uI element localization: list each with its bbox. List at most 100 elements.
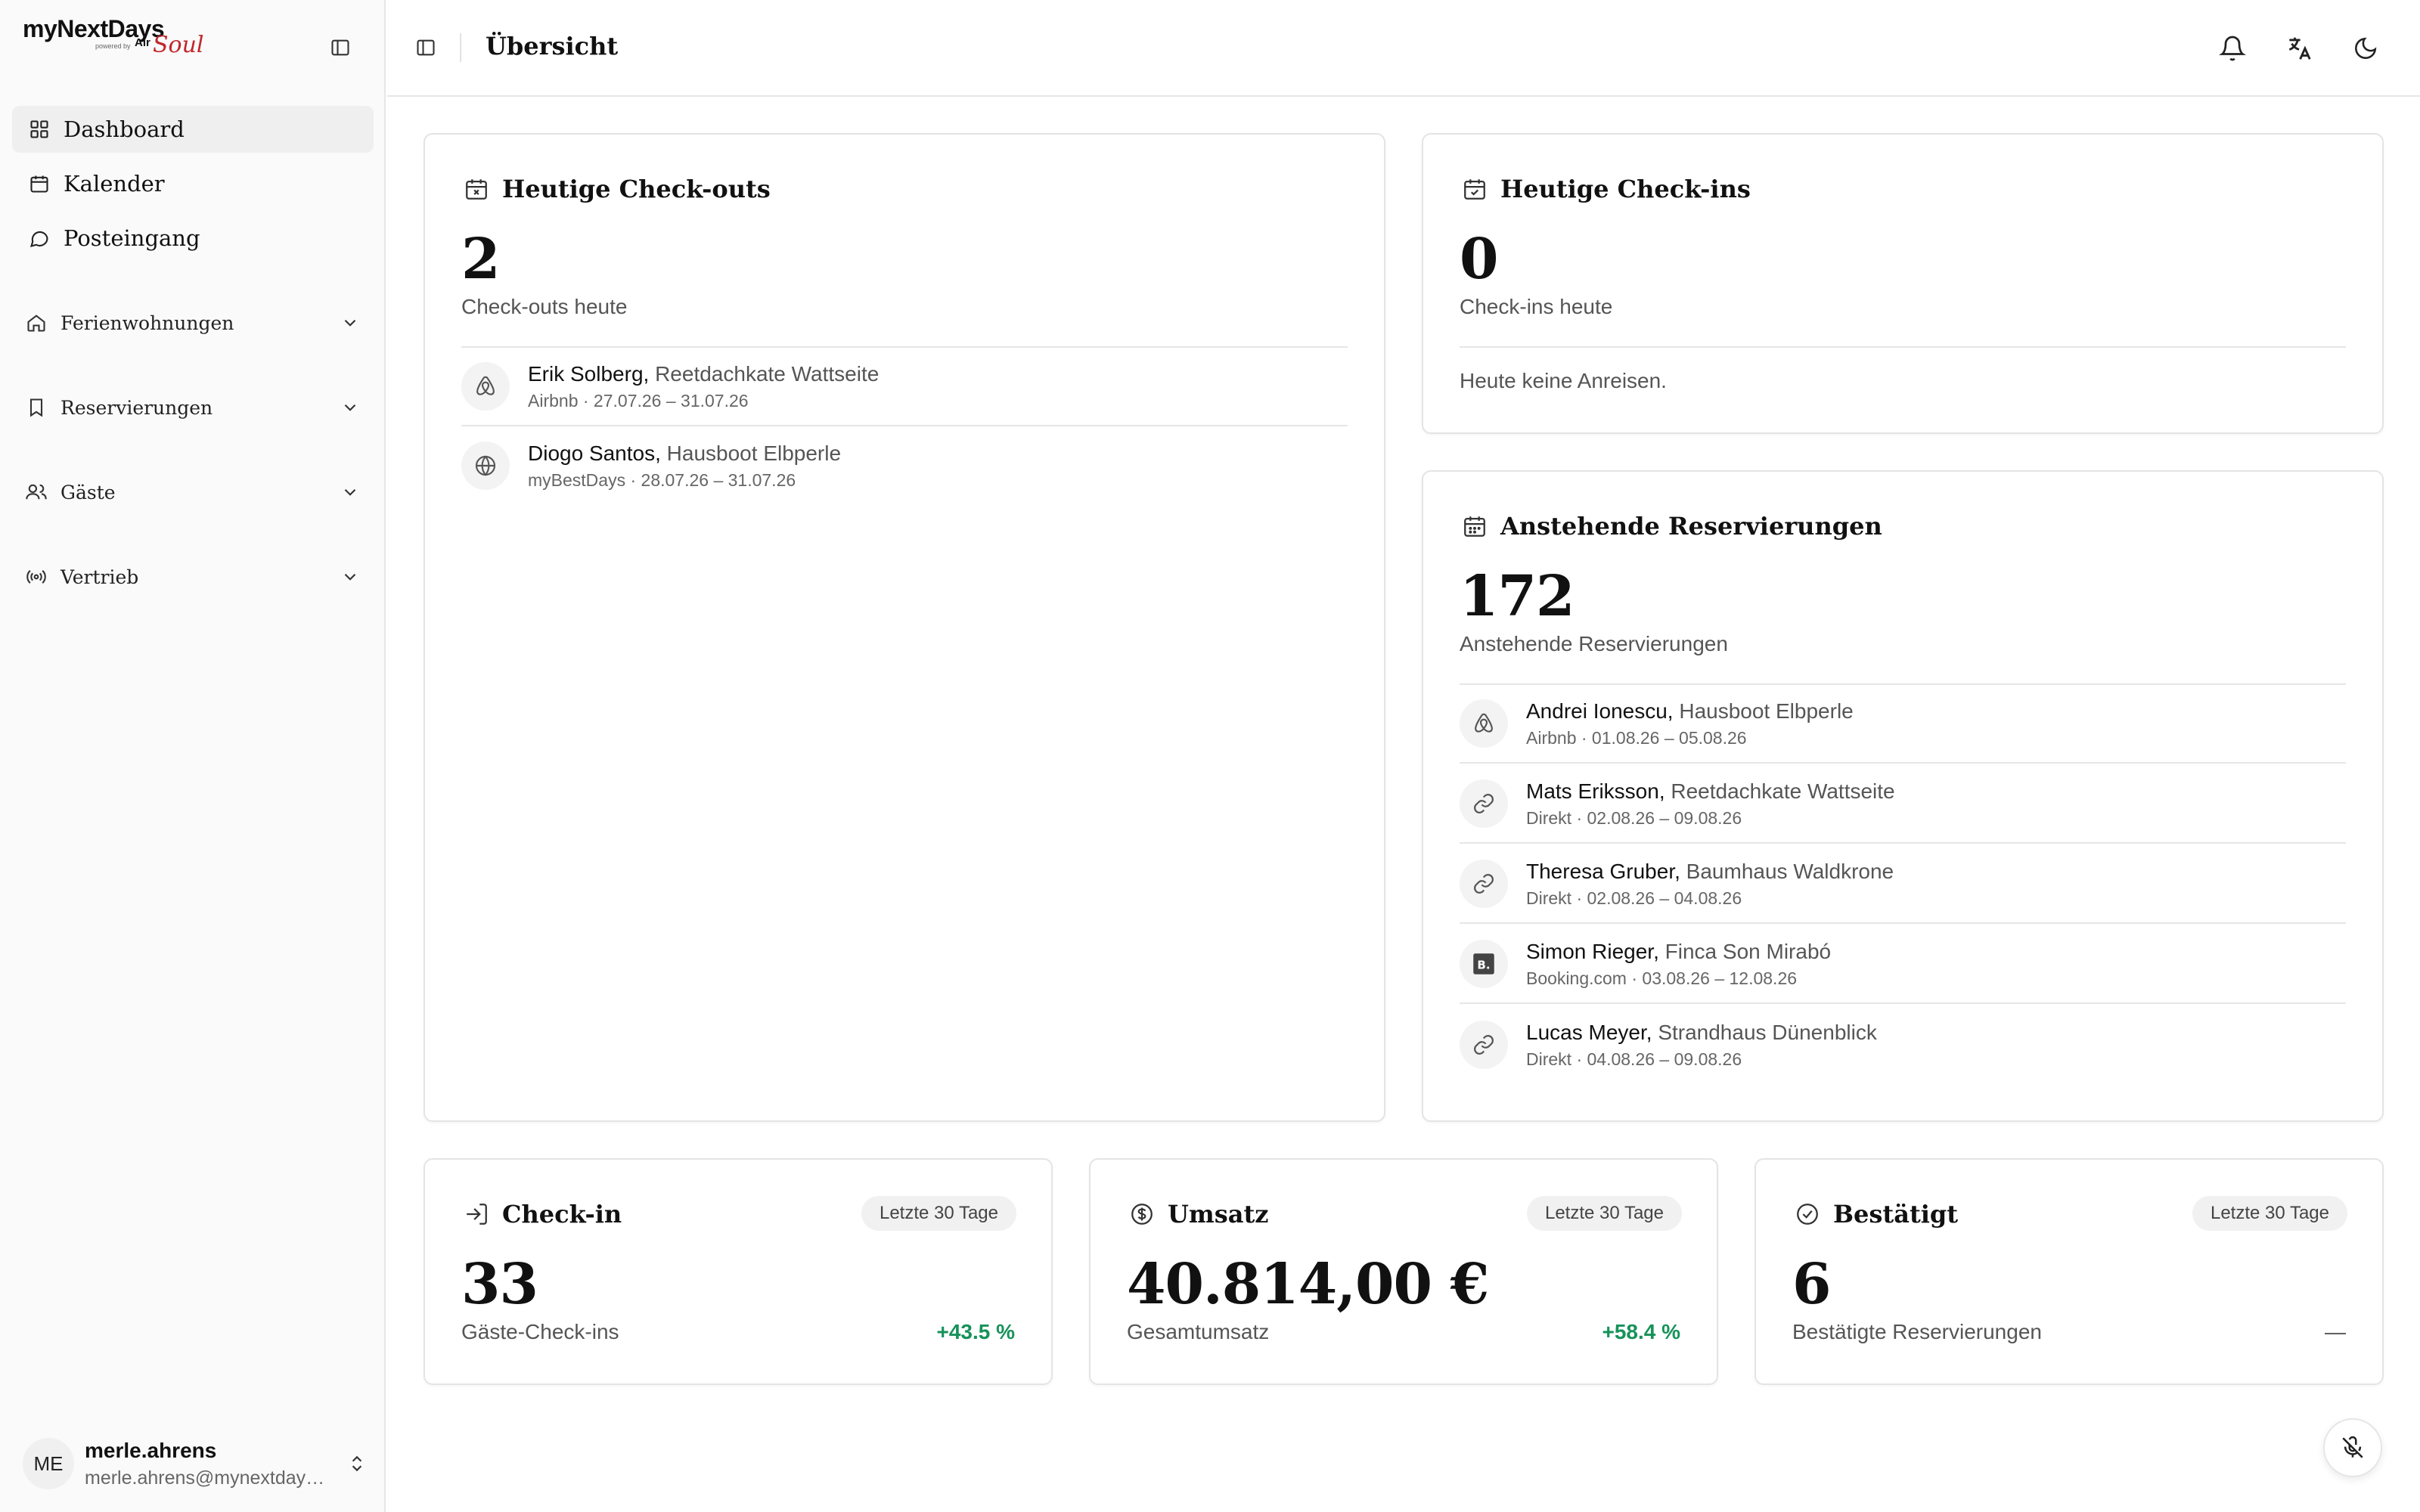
card-title: Heutige Check-ins	[1500, 175, 1751, 203]
link-icon	[1460, 860, 1508, 908]
reservation-meta: Airbnb · 01.08.26 – 05.08.26	[1526, 727, 1747, 748]
user-menu[interactable]: ME merle.ahrens merle.ahrens@mynextdays.…	[23, 1433, 371, 1494]
link-icon	[1460, 779, 1508, 828]
sidebar-item-label: Dashboard	[64, 116, 185, 142]
sidebar-group-gaeste[interactable]: Gäste	[12, 469, 374, 516]
guest-name: Diogo Santos	[528, 441, 656, 465]
booking-icon: B.	[1460, 940, 1508, 988]
brand-logo[interactable]: myNextDays powered by Air Soul	[23, 15, 204, 68]
bell-icon	[2219, 36, 2246, 61]
stat-value: 33	[461, 1252, 538, 1317]
guest-name: Erik Solberg	[528, 361, 644, 386]
reservation-meta: Direkt · 02.08.26 – 04.08.26	[1526, 888, 1742, 908]
stat-card-umsatz: Umsatz Letzte 30 Tage 40.814,00 € Gesamt…	[1089, 1158, 1718, 1385]
stat-card-bestaetigt: Bestätigt Letzte 30 Tage 6 Bestätigte Re…	[1754, 1158, 2384, 1385]
brand-logo-text: Air	[135, 36, 150, 49]
period-badge[interactable]: Letzte 30 Tage	[2192, 1196, 2347, 1231]
stat-delta: +43.5 %	[936, 1320, 1015, 1343]
upcoming-count: 172	[1460, 564, 1575, 629]
theme-toggle-button[interactable]	[2349, 32, 2382, 65]
sidebar-collapse-button[interactable]	[327, 35, 353, 60]
chevrons-up-down-icon	[343, 1450, 371, 1477]
reservation-row[interactable]: Mats Eriksson, Reetdachkate Wattseite Di…	[1460, 765, 2346, 844]
period-badge[interactable]: Letzte 30 Tage	[861, 1196, 1016, 1231]
dollar-circle-icon	[1127, 1199, 1157, 1229]
check-circle-icon	[1792, 1199, 1823, 1229]
stat-card-checkin: Check-in Letzte 30 Tage 33 Gäste-Check-i…	[424, 1158, 1053, 1385]
sidebar-item-kalender[interactable]: Kalender	[12, 160, 374, 207]
checkouts-card: Heutige Check-outs 2 Check-outs heute Er…	[424, 133, 1385, 1122]
card-title: Check-in	[502, 1200, 622, 1228]
brand-powered-by: powered by	[95, 42, 131, 50]
avatar: ME	[23, 1438, 74, 1489]
guest-name: Theresa Gruber	[1526, 859, 1675, 883]
guest-name: Simon Rieger	[1526, 939, 1654, 963]
sidebar-item-dashboard[interactable]: Dashboard	[12, 106, 374, 153]
sidebar-item-posteingang[interactable]: Posteingang	[12, 215, 374, 262]
stat-value: 40.814,00 €	[1127, 1252, 1489, 1317]
moon-icon	[2355, 37, 2377, 59]
stat-delta: +58.4 %	[1602, 1320, 1680, 1343]
sidebar-group-vertrieb[interactable]: Vertrieb	[12, 553, 374, 600]
reservation-meta: Airbnb · 27.07.26 – 31.07.26	[528, 390, 749, 411]
reservation-row[interactable]: Theresa Gruber, Baumhaus Waldkrone Direk…	[1460, 845, 2346, 924]
calendar-icon	[1460, 511, 1490, 541]
upcoming-reservations-card: Anstehende Reservierungen 172 Anstehende…	[1422, 470, 2384, 1122]
guest-name: Mats Eriksson	[1526, 779, 1659, 803]
calendar-check-icon	[1460, 174, 1490, 204]
stat-label: Bestätigte Reservierungen	[1792, 1320, 2042, 1343]
empty-state-text: Heute keine Anreisen.	[1460, 369, 1667, 392]
chevron-down-icon	[337, 564, 363, 590]
reservation-meta: Direkt · 04.08.26 – 09.08.26	[1526, 1049, 1742, 1069]
sidebar-group-label: Gäste	[60, 481, 116, 503]
brand-logo-script: Soul	[153, 32, 204, 58]
grid-icon	[27, 117, 51, 141]
property-name: Strandhaus Dünenblick	[1658, 1020, 1877, 1044]
period-badge[interactable]: Letzte 30 Tage	[1526, 1196, 1682, 1231]
reservation-row[interactable]: Diogo Santos, Hausboot Elbperle myBestDa…	[461, 426, 1348, 505]
notifications-button[interactable]	[2216, 32, 2249, 65]
upcoming-subtitle: Anstehende Reservierungen	[1460, 632, 1728, 655]
property-name: Hausboot Elbperle	[1679, 699, 1854, 723]
link-icon	[1460, 1021, 1508, 1069]
header-divider	[460, 33, 461, 62]
card-title: Heutige Check-outs	[502, 175, 771, 203]
chevron-down-icon	[337, 395, 363, 420]
card-divider	[1460, 346, 2346, 348]
checkins-count: 0	[1460, 227, 1498, 292]
reservation-meta: Direkt · 02.08.26 – 09.08.26	[1526, 807, 1742, 828]
property-name: Reetdachkate Wattseite	[655, 361, 880, 386]
reservation-row[interactable]: Lucas Meyer, Strandhaus Dünenblick Direk…	[1460, 1005, 2346, 1084]
sidebar-item-label: Posteingang	[64, 225, 200, 251]
sidebar-group-label: Reservierungen	[60, 396, 213, 419]
guest-name: Andrei Ionescu	[1526, 699, 1668, 723]
card-title: Bestätigt	[1833, 1200, 1959, 1228]
users-icon	[24, 480, 48, 504]
globe-icon	[461, 442, 510, 490]
calendar-icon	[27, 172, 51, 196]
translate-icon	[2288, 37, 2311, 60]
page-title: Übersicht	[486, 32, 619, 60]
bookmark-icon	[24, 395, 48, 420]
mic-off-icon	[2342, 1436, 2363, 1458]
sidebar: myNextDays powered by Air Soul Dashboard…	[0, 0, 386, 1512]
voice-input-button[interactable]	[2323, 1418, 2382, 1477]
sidebar-toggle-button[interactable]	[413, 35, 439, 60]
reservation-row[interactable]: B. Simon Rieger, Finca Son Mirabó Bookin…	[1460, 925, 2346, 1004]
sidebar-item-label: Kalender	[64, 171, 165, 197]
calendar-x-icon	[461, 174, 492, 204]
property-name: Baumhaus Waldkrone	[1686, 859, 1894, 883]
card-title: Anstehende Reservierungen	[1500, 512, 1882, 541]
property-name: Hausboot Elbperle	[666, 441, 842, 465]
language-button[interactable]	[2282, 32, 2316, 65]
sidebar-group-label: Vertrieb	[60, 565, 139, 588]
reservation-row[interactable]: Erik Solberg, Reetdachkate Wattseite Air…	[461, 348, 1348, 426]
sidebar-group-reservierungen[interactable]: Reservierungen	[12, 384, 374, 431]
login-icon	[461, 1199, 492, 1229]
property-name: Reetdachkate Wattseite	[1671, 779, 1895, 803]
panel-icon	[417, 39, 435, 56]
reservation-row[interactable]: Andrei Ionescu, Hausboot Elbperle Airbnb…	[1460, 685, 2346, 764]
checkouts-count: 2	[461, 227, 500, 292]
reservation-meta: Booking.com · 03.08.26 – 12.08.26	[1526, 968, 1798, 988]
sidebar-group-ferienwohnungen[interactable]: Ferienwohnungen	[12, 299, 374, 346]
